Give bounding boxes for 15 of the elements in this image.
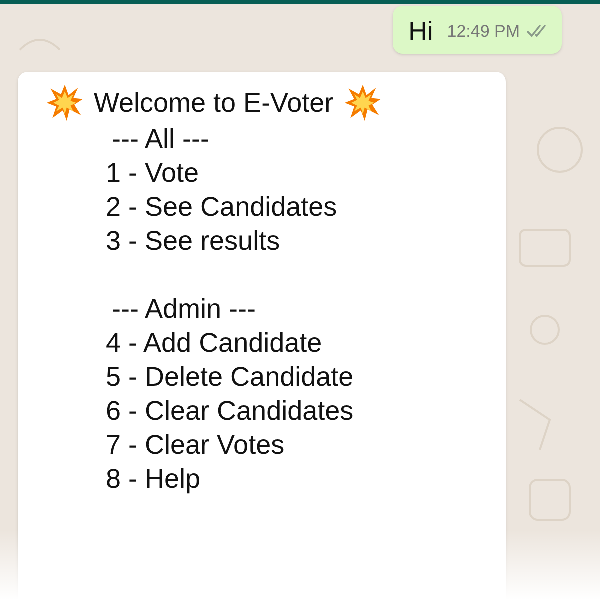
menu-option: 3 - See results xyxy=(106,224,506,258)
menu-option: 7 - Clear Votes xyxy=(106,428,506,462)
menu-option: 5 - Delete Candidate xyxy=(106,360,506,394)
menu-option: 1 - Vote xyxy=(106,156,506,190)
message-time: 12:49 PM xyxy=(447,20,520,42)
menu-option: 4 - Add Candidate xyxy=(106,326,506,360)
section-heading: --- Admin --- xyxy=(111,293,257,326)
section-heading: --- All --- xyxy=(111,123,210,156)
explosion-icon xyxy=(46,84,84,122)
message-text: Hi xyxy=(408,16,434,46)
explosion-icon xyxy=(344,84,382,122)
message-title: Welcome to E-Voter xyxy=(94,87,334,120)
menu-option: 2 - See Candidates xyxy=(106,190,506,224)
menu-option: 8 - Help xyxy=(106,462,506,496)
menu-option: 6 - Clear Candidates xyxy=(106,394,506,428)
